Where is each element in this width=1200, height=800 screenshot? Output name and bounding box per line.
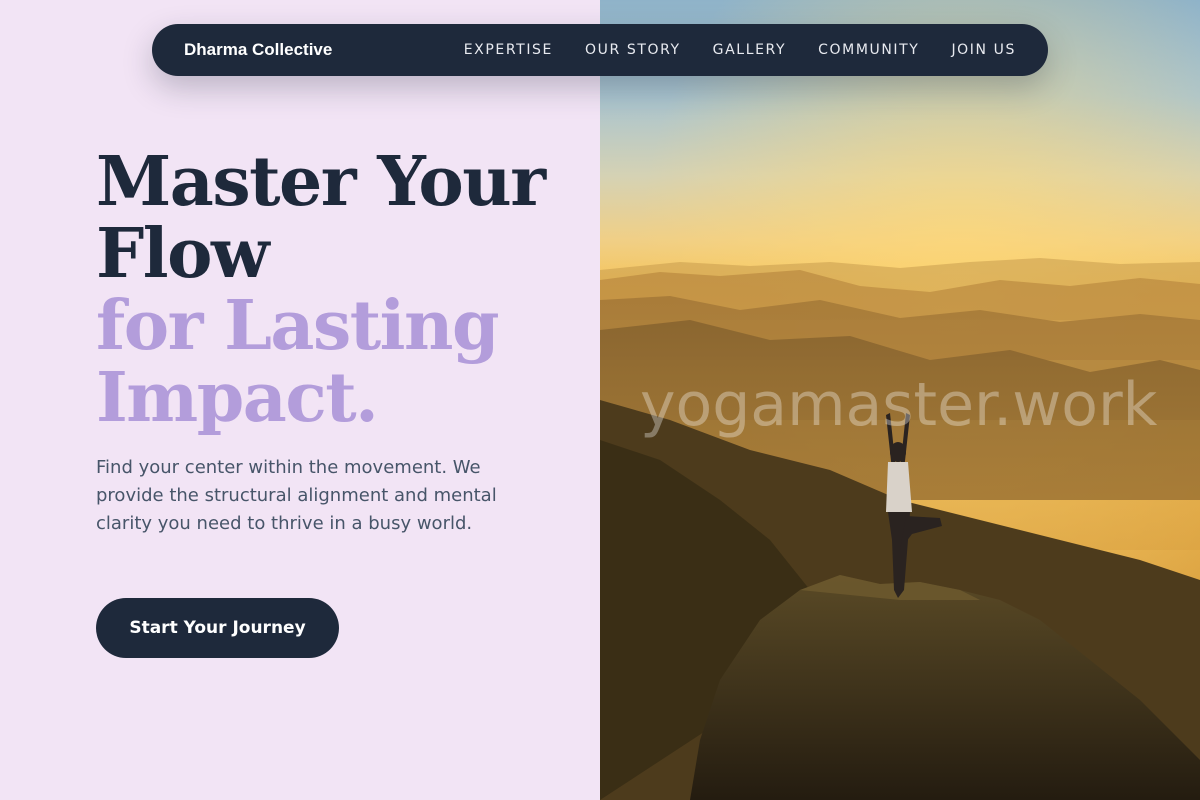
hero-image: yogamaster.work <box>600 0 1200 800</box>
nav-link-expertise[interactable]: EXPERTISE <box>464 42 553 58</box>
brand-logo[interactable]: Dharma Collective <box>184 40 332 60</box>
nav-link-gallery[interactable]: GALLERY <box>713 42 786 58</box>
headline-accent-line-2: Impact. <box>96 358 379 438</box>
hero-description: Find your center within the movement. We… <box>96 457 497 534</box>
nav-link-community[interactable]: COMMUNITY <box>818 42 919 58</box>
top-navigation: Dharma Collective EXPERTISE OUR STORY GA… <box>152 24 1048 76</box>
hero-headline: Master Your Flow for Lasting Impact. <box>96 146 576 434</box>
nav-link-our-story[interactable]: OUR STORY <box>585 42 681 58</box>
mountain-sunrise-photo <box>600 0 1200 800</box>
headline-line-1: Master Your <box>96 142 546 222</box>
landing-page: yogamaster.work Dharma Collective EXPERT… <box>0 0 1200 800</box>
nav-links: EXPERTISE OUR STORY GALLERY COMMUNITY JO… <box>464 42 1016 58</box>
start-journey-button[interactable]: Start Your Journey <box>96 598 339 658</box>
headline-line-2: Flow <box>96 214 270 294</box>
nav-link-join-us[interactable]: JOIN US <box>951 42 1016 58</box>
headline-accent-line-1: for Lasting <box>96 286 500 366</box>
